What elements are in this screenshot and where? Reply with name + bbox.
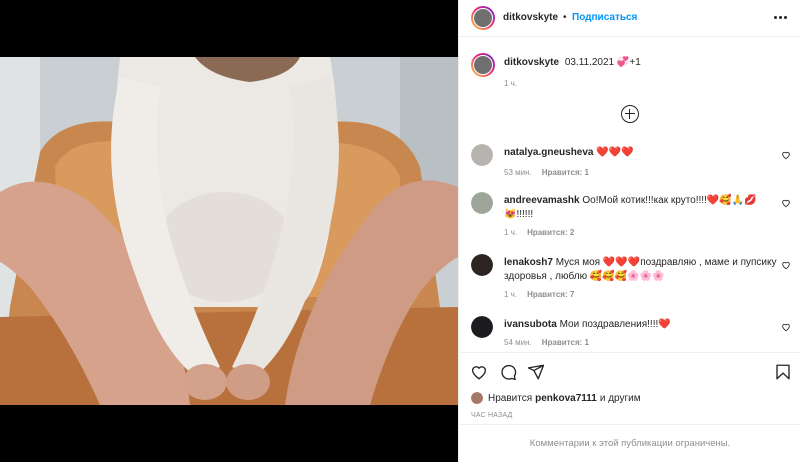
comment-likes[interactable]: Нравится: 1	[542, 168, 589, 177]
comment-item: lenakosh7 Муся моя ❤️❤️❤️поздравляю , ма…	[459, 254, 800, 306]
commenter-avatar[interactable]	[471, 144, 493, 166]
commenter-avatar[interactable]	[471, 316, 493, 338]
comment-time[interactable]: 1 ч.	[504, 228, 517, 237]
post-timestamp[interactable]: ЧАС НАЗАД	[471, 412, 513, 419]
like-heart-icon[interactable]	[470, 363, 488, 381]
caption-time[interactable]: 1 ч.	[504, 79, 517, 88]
commenter-username[interactable]: natalya.gneusheva	[504, 147, 593, 158]
post-photo[interactable]	[0, 57, 458, 405]
post-modal: ditkovskyte • Подписаться ditkovskyte 03…	[0, 0, 800, 462]
comment-item: ivansubota Мои поздравления!!!!❤️ 54 мин…	[459, 316, 800, 352]
post-sidebar: ditkovskyte • Подписаться ditkovskyte 03…	[458, 0, 800, 462]
more-options-icon[interactable]	[774, 11, 790, 25]
comment-likes[interactable]: Нравится: 1	[542, 338, 589, 347]
commenter-avatar[interactable]	[471, 254, 493, 276]
comment-time[interactable]: 54 мин.	[504, 338, 532, 347]
comment-like-icon[interactable]	[781, 260, 791, 270]
comment-item: andreevamashk Оо!Мой котик!!!как круто!!…	[459, 192, 800, 244]
comment-likes[interactable]: Нравится: 2	[527, 228, 574, 237]
comment-text: Мои поздравления!!!!❤️	[559, 319, 671, 330]
post-actions	[459, 352, 800, 392]
comment-item: natalya.gneusheva ❤️❤️❤️ 53 мин. Нравится…	[459, 144, 800, 184]
commenter-username[interactable]: andreevamashk	[504, 195, 580, 206]
commenter-username[interactable]: ivansubota	[504, 319, 557, 330]
caption-text: 03.11.2021 💞+1	[564, 57, 641, 68]
comment-like-icon[interactable]	[781, 198, 791, 208]
likes-suffix[interactable]: и другим	[600, 393, 641, 404]
post-header: ditkovskyte • Подписаться	[459, 0, 800, 37]
comment-text: ❤️❤️❤️	[596, 147, 634, 158]
comments-limited-notice: Комментарии к этой публикации ограничены…	[459, 424, 800, 462]
comment-time[interactable]: 1 ч.	[504, 290, 517, 299]
author-avatar[interactable]	[471, 6, 495, 30]
comment-likes[interactable]: Нравится: 7	[527, 290, 574, 299]
comment-icon[interactable]	[499, 363, 517, 381]
follow-button[interactable]: Подписаться	[572, 12, 637, 23]
comment-like-icon[interactable]	[781, 150, 791, 160]
liker-username[interactable]: penkova7111	[535, 393, 597, 404]
share-icon[interactable]	[527, 363, 545, 381]
caption-avatar[interactable]	[471, 53, 495, 77]
likes-summary: Нравится penkova7111 и другим	[471, 392, 641, 404]
media-pane	[0, 0, 458, 462]
caption-username[interactable]: ditkovskyte	[504, 57, 559, 68]
load-more-comments-icon[interactable]	[621, 105, 639, 123]
commenter-avatar[interactable]	[471, 192, 493, 214]
comment-like-icon[interactable]	[781, 322, 791, 332]
commenter-username[interactable]: lenakosh7	[504, 257, 553, 268]
header-separator: •	[563, 12, 567, 23]
likes-prefix: Нравится	[488, 392, 533, 404]
bookmark-icon[interactable]	[774, 363, 792, 381]
author-username[interactable]: ditkovskyte	[503, 12, 558, 23]
comment-time[interactable]: 53 мин.	[504, 168, 532, 177]
liker-avatar[interactable]	[471, 392, 483, 404]
